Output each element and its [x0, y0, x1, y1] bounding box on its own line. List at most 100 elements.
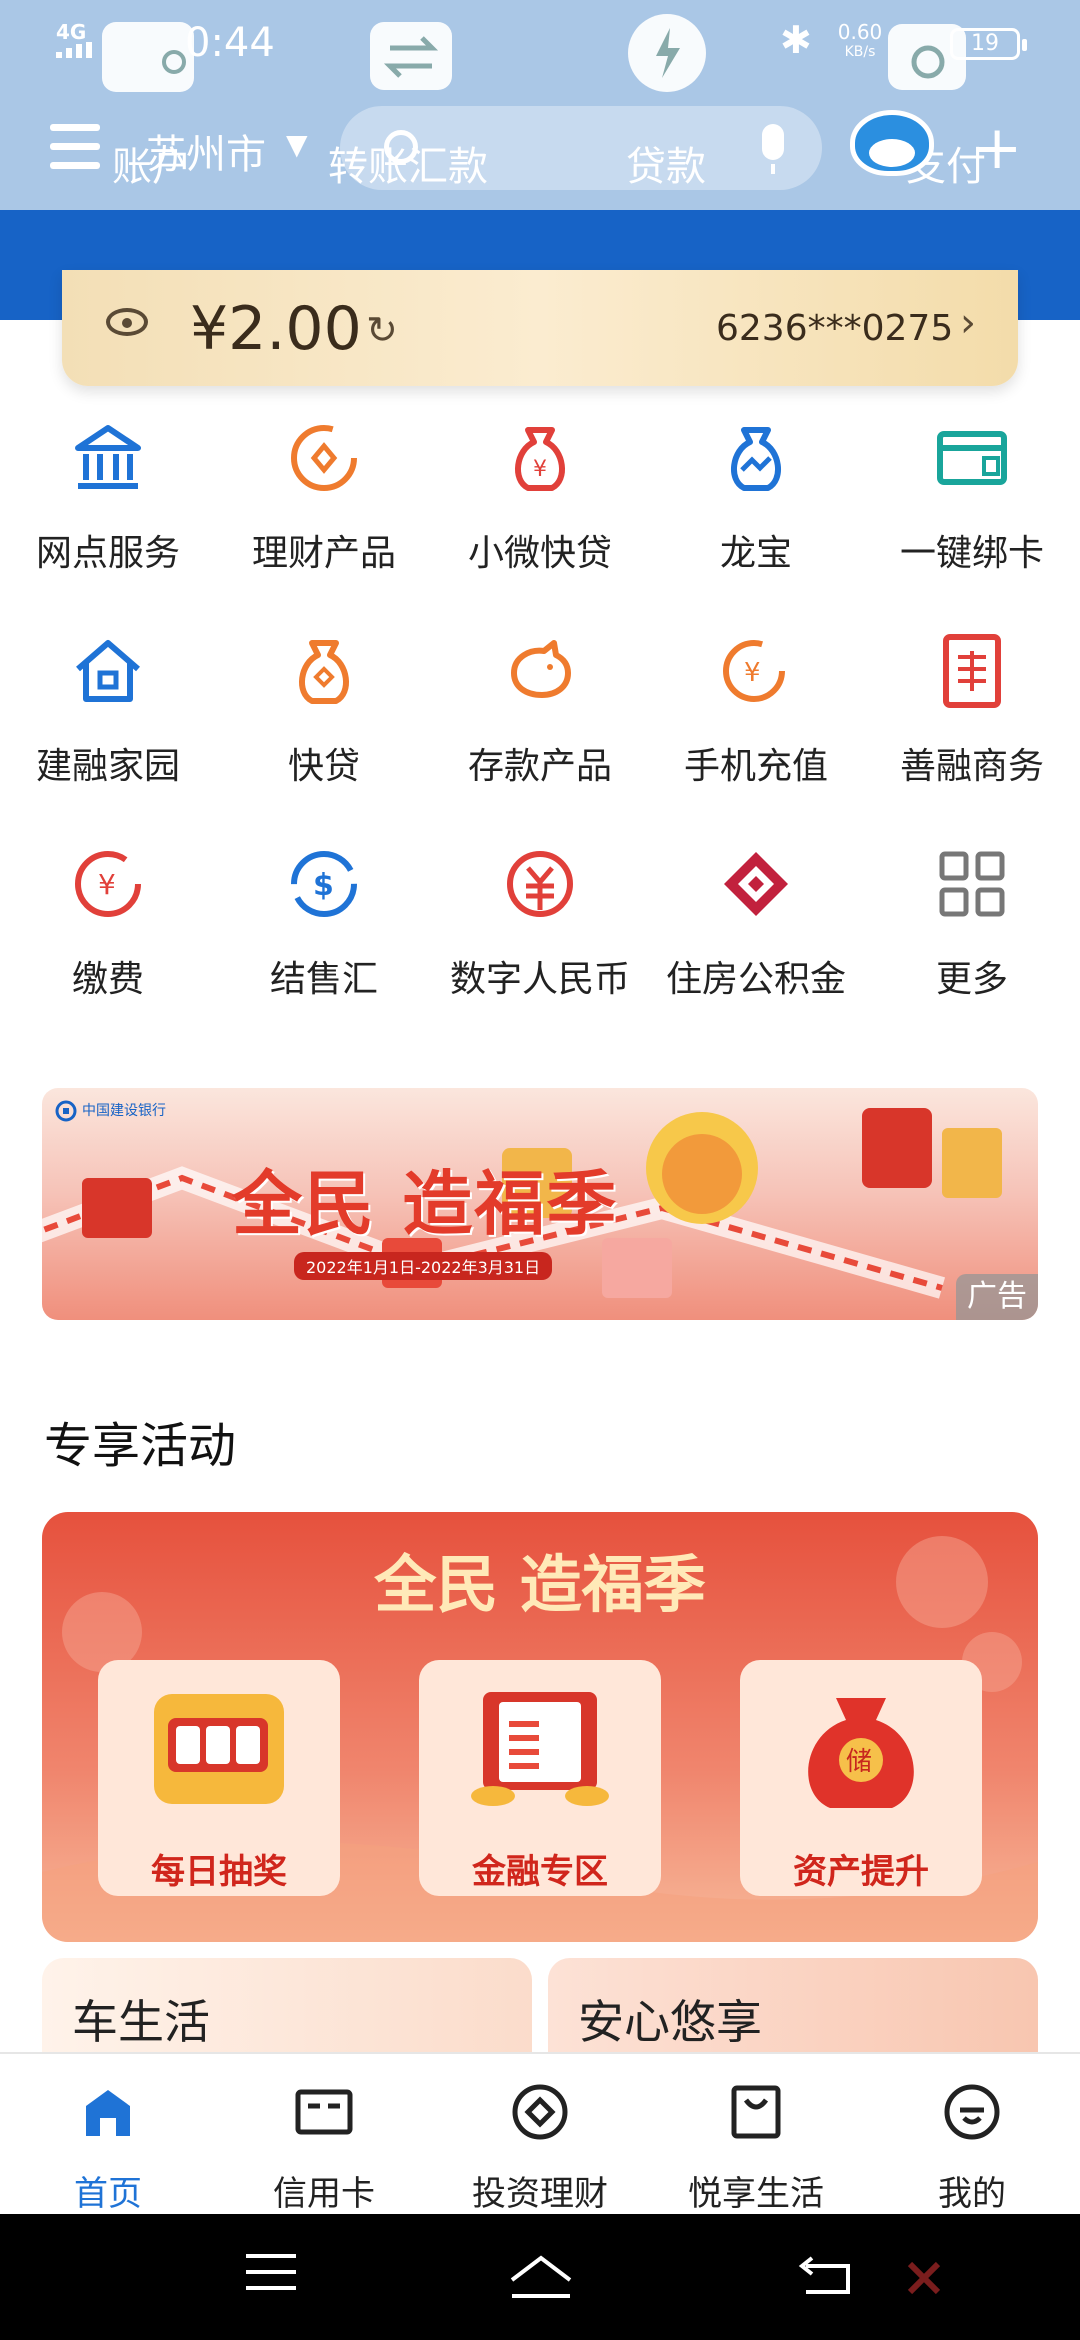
- money-bag-icon: ¥: [514, 427, 566, 491]
- service-more[interactable]: 更多: [864, 846, 1080, 1016]
- quick-pay-shortcut-icon[interactable]: [628, 14, 706, 92]
- shopping-bag-icon: [731, 2085, 781, 2139]
- quick-loan-icon: [298, 640, 350, 704]
- wallet-shortcut-icon[interactable]: [102, 22, 194, 92]
- tab-label: 投资理财: [472, 2174, 608, 2214]
- wealth-coin-icon: [291, 425, 357, 491]
- card-label: 金融专区: [472, 1852, 608, 1892]
- digital-rmb-icon: [507, 851, 573, 917]
- tab-home[interactable]: 首页: [0, 2054, 216, 2216]
- activity-panel[interactable]: 全民 造福季 每日抽奖 金融专区 储 资产提升: [42, 1512, 1038, 1942]
- service-outlet[interactable]: 网点服务: [0, 420, 216, 590]
- tab-label: 悦享生活: [688, 2174, 824, 2214]
- service-digital-rmb[interactable]: 数字人民币: [432, 846, 648, 1016]
- bank-building-icon: [75, 425, 141, 489]
- network-type: 4G: [56, 20, 87, 44]
- ad-badge: 广告: [956, 1274, 1038, 1320]
- profile-icon: [944, 2084, 1000, 2140]
- service-label: 建融家园: [35, 746, 180, 787]
- tab-life[interactable]: 悦享生活: [648, 2054, 864, 2216]
- service-label: 数字人民币: [449, 959, 630, 1000]
- asset-boost-card[interactable]: 储 资产提升: [740, 1660, 982, 1896]
- tab-mine[interactable]: 我的: [864, 2054, 1080, 2216]
- loan-label[interactable]: 贷款: [626, 134, 706, 192]
- promo-banner[interactable]: 中国建设银行 全民 造福季 2022年1月1日-2022年3月31日 广告: [42, 1088, 1038, 1320]
- card-label: 每日抽奖: [151, 1852, 287, 1892]
- service-label: 缴费: [71, 959, 144, 1000]
- recent-apps-icon[interactable]: [246, 2254, 296, 2302]
- service-topup[interactable]: ¥ 手机充值: [648, 633, 864, 803]
- svg-text:¥: ¥: [98, 868, 116, 901]
- finance-zone-card[interactable]: 金融专区: [419, 1660, 661, 1896]
- mascot-avatar[interactable]: [850, 110, 934, 176]
- system-back-icon[interactable]: [796, 2254, 852, 2294]
- service-label: 更多: [935, 959, 1008, 1000]
- tab-invest[interactable]: 投资理财: [432, 2054, 648, 2216]
- pay-bill-icon: ¥: [75, 851, 141, 917]
- service-label: 理财产品: [251, 533, 396, 574]
- voice-search-icon[interactable]: [762, 124, 784, 174]
- service-label: 网点服务: [35, 533, 180, 574]
- refresh-icon[interactable]: ↻: [366, 308, 398, 352]
- card-title: 车生活: [72, 1995, 210, 2049]
- bottom-tab-bar: 首页 信用卡 投资理财 悦享生活 我的: [0, 2052, 1080, 2214]
- activity-title: 全民 造福季: [374, 1548, 706, 1621]
- balance-amount: ¥2.00: [190, 294, 362, 364]
- balance-card[interactable]: ¥2.00 ↻ 6236***0275 ›: [62, 270, 1018, 386]
- city-dropdown-icon[interactable]: ▼: [286, 128, 308, 161]
- daily-lottery-card[interactable]: 每日抽奖: [98, 1660, 340, 1896]
- service-deposit[interactable]: 存款产品: [432, 633, 648, 803]
- card-label: 资产提升: [793, 1852, 929, 1892]
- dragon-bag-icon: [730, 427, 782, 491]
- menu-icon[interactable]: [50, 124, 100, 169]
- service-quick-loan[interactable]: 快贷: [216, 633, 432, 803]
- piggy-bank-icon: [511, 640, 571, 698]
- service-bind-card[interactable]: 一键绑卡: [864, 420, 1080, 590]
- service-exchange[interactable]: $ 结售汇: [216, 846, 432, 1016]
- service-pay-bill[interactable]: ¥ 缴费: [0, 846, 216, 1016]
- service-label: 手机充值: [683, 746, 828, 787]
- city-selector[interactable]: 苏州市: [146, 122, 266, 180]
- shanrong-icon: [943, 634, 1001, 708]
- service-micro-loan[interactable]: ¥ 小微快贷: [432, 420, 648, 590]
- housing-fund-icon: [724, 852, 788, 916]
- svg-text:¥: ¥: [533, 457, 547, 482]
- lucky-bag-icon: 储: [808, 1698, 914, 1808]
- service-longbao[interactable]: 龙宝: [648, 420, 864, 590]
- service-wealth[interactable]: 理财产品: [216, 420, 432, 590]
- currency-exchange-icon: $: [291, 851, 357, 917]
- transfer-label[interactable]: 转账汇款: [328, 134, 488, 192]
- speed-value: 0.60: [837, 20, 883, 44]
- service-label: 小微快贷: [467, 533, 612, 574]
- service-label: 存款产品: [467, 746, 612, 787]
- tab-label: 首页: [74, 2174, 142, 2214]
- chevron-right-icon[interactable]: ›: [960, 300, 976, 346]
- scan-shortcut-icon[interactable]: [888, 24, 966, 90]
- more-grid-icon: [939, 851, 1005, 917]
- mobile-topup-icon: ¥: [723, 640, 785, 702]
- banner-date: 2022年1月1日-2022年3月31日: [294, 1252, 553, 1280]
- watermark-icon: [907, 2261, 941, 2295]
- eye-icon[interactable]: [106, 308, 148, 336]
- service-label: 龙宝: [719, 533, 792, 574]
- service-home[interactable]: 建融家园: [0, 633, 216, 803]
- app-root: 4G 0:44 ✱ 0.60 KB/s 19 账户 苏州市 ▼ 转账汇款 贷款 …: [0, 0, 1080, 2340]
- tab-label: 信用卡: [273, 2174, 375, 2214]
- network-speed: 0.60 KB/s: [825, 22, 895, 62]
- transfer-shortcut-icon[interactable]: [370, 22, 452, 90]
- svg-text:$: $: [313, 868, 334, 903]
- service-housing-fund[interactable]: 住房公积金: [648, 846, 864, 1016]
- add-icon[interactable]: +: [972, 118, 1022, 178]
- svg-text:储: 储: [846, 1747, 872, 1777]
- invest-icon: [512, 2084, 568, 2140]
- svg-text:¥: ¥: [744, 658, 761, 688]
- card-bind-icon: [937, 431, 1007, 485]
- banner-logo-text: 中国建设银行: [82, 1103, 166, 1119]
- speed-unit: KB/s: [844, 44, 876, 60]
- card-title: 安心悠享: [578, 1995, 762, 2049]
- home-tab-icon: [86, 2090, 130, 2136]
- service-shanrong[interactable]: 善融商务: [864, 633, 1080, 803]
- system-home-icon[interactable]: [506, 2252, 576, 2302]
- service-label: 结售汇: [269, 959, 378, 1000]
- tab-credit-card[interactable]: 信用卡: [216, 2054, 432, 2216]
